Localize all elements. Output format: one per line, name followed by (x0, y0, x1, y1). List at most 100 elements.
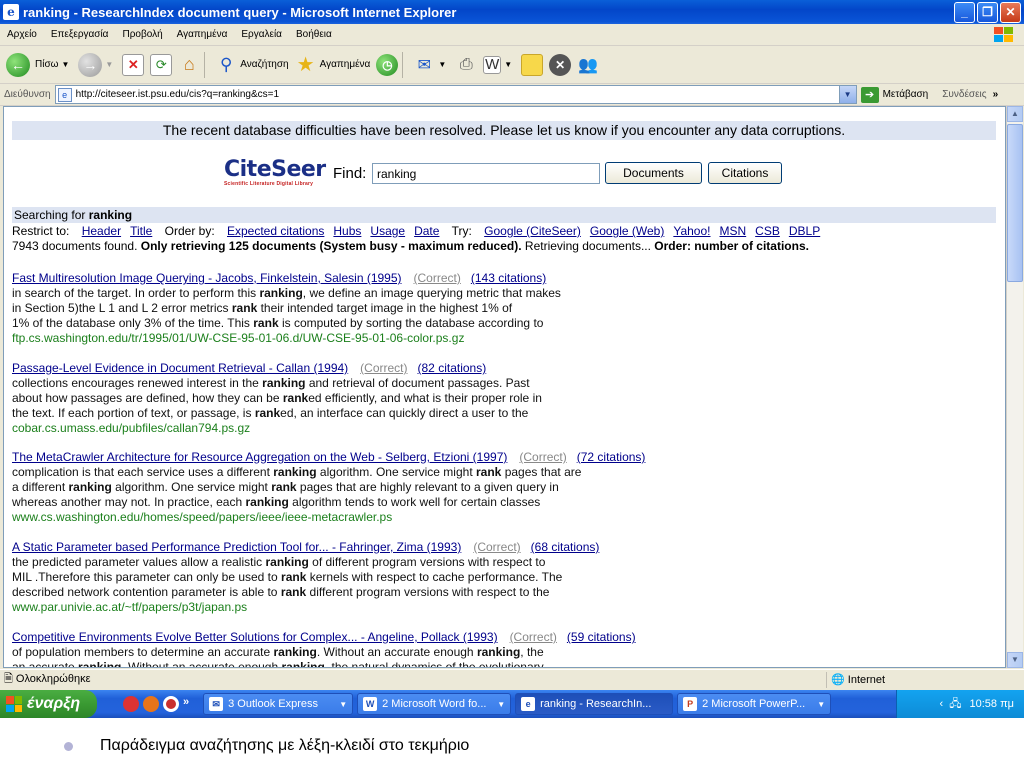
address-dropdown-icon[interactable]: ▼ (838, 86, 856, 103)
result-title-link[interactable]: Passage-Level Evidence in Document Retri… (12, 361, 348, 375)
network-icon[interactable]: 🖧 (949, 695, 961, 714)
favorites-button[interactable]: ★ Αγαπημένα (295, 54, 371, 76)
result-correct-link[interactable]: (Correct) (414, 271, 461, 285)
edit-dropdown-icon[interactable]: ▼ (504, 60, 512, 69)
citeseer-logo[interactable]: CiteSeer Scientific Literature Digital L… (224, 159, 326, 189)
go-label: Μετάβαση (882, 89, 929, 100)
task-word-dropdown-icon[interactable]: ▼ (497, 700, 505, 709)
menu-view[interactable]: Προβολή (115, 29, 169, 40)
result-citations-link[interactable]: (72 citations) (577, 450, 646, 464)
mail-button[interactable]: ✉ ▼ (413, 54, 449, 76)
forward-dropdown-icon[interactable]: ▼ (105, 60, 113, 69)
edit-button[interactable]: W ▼ (483, 55, 515, 74)
result-correct-link[interactable]: (Correct) (519, 450, 566, 464)
result-correct-link[interactable]: (Correct) (360, 361, 407, 375)
menu-tools[interactable]: Εργαλεία (234, 29, 289, 40)
result-title-link[interactable]: Fast Multiresolution Image Querying - Ja… (12, 271, 402, 285)
result-title-link[interactable]: The MetaCrawler Architecture for Resourc… (12, 450, 507, 464)
block-button[interactable]: ✕ (549, 53, 572, 76)
tray-expand-icon[interactable]: ‹ (940, 698, 944, 710)
try-msn-link[interactable]: MSN (720, 224, 747, 238)
messenger-button[interactable]: 👥 (577, 54, 599, 76)
try-dblp-link[interactable]: DBLP (789, 224, 820, 238)
task-outlook-express[interactable]: ✉ 3 Outlook Express ▼ (203, 693, 354, 715)
task-ie[interactable]: e ranking - ResearchIn... (515, 693, 674, 715)
documents-button[interactable]: Documents (605, 162, 702, 184)
citations-button[interactable]: Citations (708, 162, 782, 184)
discuss-button[interactable] (521, 53, 544, 76)
menu-edit[interactable]: Επεξεργασία (44, 29, 116, 40)
page-done-icon: 🗎 (4, 673, 16, 685)
quicklaunch-media-icon[interactable] (163, 696, 179, 712)
order-date-link[interactable]: Date (414, 224, 439, 238)
chevron-right-icon[interactable]: » (993, 89, 999, 100)
found-notice: Only retrieving 125 documents (System bu… (140, 239, 522, 253)
result-title-link[interactable]: Competitive Environments Evolve Better S… (12, 630, 498, 644)
mail-dropdown-icon[interactable]: ▼ (438, 60, 446, 69)
result-title-link[interactable]: A Static Parameter based Performance Pre… (12, 540, 461, 554)
scroll-thumb[interactable] (1007, 124, 1023, 282)
snippet-text: . Without an accurate enough (121, 660, 282, 668)
result-correct-link[interactable]: (Correct) (510, 630, 557, 644)
task-outlook-dropdown-icon[interactable]: ▼ (339, 700, 347, 709)
search-button[interactable]: ⚲ Αναζήτηση (215, 54, 289, 76)
title-bar[interactable]: e ranking - ResearchIndex document query… (0, 0, 1024, 24)
print-button[interactable]: ⎙ (455, 54, 477, 76)
order-hubs-link[interactable]: Hubs (333, 224, 361, 238)
try-label: Try: (451, 224, 472, 238)
snippet-text: of population members to determine an ac… (12, 645, 274, 659)
snippet-text: complication is that each service uses a… (12, 465, 274, 479)
order-expected-citations-link[interactable]: Expected citations (227, 224, 324, 238)
order-usage-link[interactable]: Usage (370, 224, 405, 238)
result-citations-link[interactable]: (143 citations) (471, 271, 546, 285)
quicklaunch-browser-icon[interactable] (143, 696, 159, 712)
zone-label: Internet (847, 674, 886, 686)
close-button[interactable]: ✕ (1000, 2, 1021, 23)
result-citations-link[interactable]: (68 citations) (531, 540, 600, 554)
result-citations-link[interactable]: (59 citations) (567, 630, 636, 644)
status-bar: 🗎 Ολοκληρώθηκε 🌐 Internet (0, 669, 1024, 689)
back-button[interactable]: ← Πίσω ▼ (6, 52, 72, 77)
snippet-highlight: ranking (265, 555, 309, 569)
snippet-text: is computed by sorting the database acco… (278, 316, 544, 330)
search-icon: ⚲ (220, 54, 233, 74)
chevron-right-icon[interactable]: » (183, 696, 189, 712)
try-yahoo-link[interactable]: Yahoo! (673, 224, 710, 238)
start-button[interactable]: έναρξη (0, 690, 97, 718)
search-input[interactable] (372, 163, 600, 184)
home-button[interactable]: ⌂ (178, 54, 200, 76)
scroll-down-icon[interactable]: ▼ (1007, 652, 1023, 668)
menu-help[interactable]: Βοήθεια (289, 29, 339, 40)
go-button[interactable]: ➔ Μετάβαση (860, 86, 929, 103)
forward-button[interactable]: → ▼ (78, 52, 116, 77)
minimize-button[interactable]: _ (954, 2, 975, 23)
task-powerpoint[interactable]: P 2 Microsoft PowerP... ▼ (677, 693, 832, 715)
task-powerpoint-dropdown-icon[interactable]: ▼ (817, 700, 825, 709)
restrict-header-link[interactable]: Header (82, 224, 121, 238)
history-button[interactable]: ◷ (376, 53, 399, 76)
scroll-up-icon[interactable]: ▲ (1007, 106, 1023, 122)
try-csb-link[interactable]: CSB (755, 224, 780, 238)
result-snippet-line: 1% of the database only 3% of the time. … (12, 316, 652, 331)
result-correct-link[interactable]: (Correct) (473, 540, 520, 554)
task-word[interactable]: W 2 Microsoft Word fo... ▼ (357, 693, 512, 715)
back-dropdown-icon[interactable]: ▼ (61, 60, 69, 69)
menu-favorites[interactable]: Αγαπημένα (170, 29, 235, 40)
try-google-citeseer-link[interactable]: Google (CiteSeer) (484, 224, 581, 238)
try-google-web-link[interactable]: Google (Web) (590, 224, 664, 238)
stop-button[interactable]: ✕ (122, 53, 145, 76)
menu-file[interactable]: Αρχείο (0, 29, 44, 40)
restrict-label: Restrict to: (12, 224, 70, 238)
quicklaunch-x-icon[interactable] (123, 696, 139, 712)
restore-button[interactable]: ❐ (977, 2, 998, 23)
vertical-scrollbar[interactable]: ▲ ▼ (1006, 106, 1023, 668)
snippet-text: different program versions with respect … (306, 585, 550, 599)
clock[interactable]: 10:58 πμ (969, 698, 1014, 710)
order-label: Order by: (164, 224, 215, 238)
restrict-title-link[interactable]: Title (130, 224, 152, 238)
refresh-button[interactable]: ⟳ (150, 53, 173, 76)
found-order: Order: number of citations. (654, 239, 809, 253)
address-input[interactable]: e http://citeseer.ist.psu.edu/cis?q=rank… (54, 85, 857, 104)
result-citations-link[interactable]: (82 citations) (418, 361, 487, 375)
links-label[interactable]: Συνδέσεις (942, 89, 986, 100)
